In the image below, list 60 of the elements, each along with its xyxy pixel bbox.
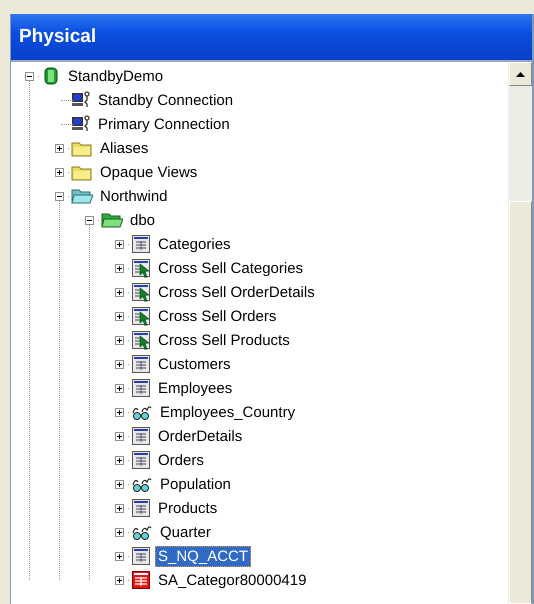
expand-icon[interactable] — [115, 360, 124, 368]
tree-item[interactable]: Categories — [155, 234, 234, 254]
table-cursor-icon — [131, 258, 151, 278]
collapse-icon[interactable] — [25, 72, 34, 80]
tree-item[interactable]: Northwind — [97, 186, 171, 206]
expand-icon[interactable] — [55, 144, 64, 152]
table-icon — [131, 234, 151, 254]
tree-item[interactable]: Aliases — [97, 138, 152, 158]
expand-icon[interactable] — [115, 576, 124, 584]
expand-icon[interactable] — [115, 336, 124, 344]
collapse-icon[interactable] — [85, 216, 94, 224]
expand-icon[interactable] — [115, 240, 124, 248]
tree-item[interactable]: Cross Sell OrderDetails — [155, 282, 318, 302]
tree-item[interactable]: dbo — [127, 210, 158, 230]
tree-item[interactable]: Orders — [155, 450, 207, 470]
table-cursor-icon — [131, 282, 151, 302]
tree-item[interactable]: Cross Sell Products — [155, 330, 293, 350]
collapse-icon[interactable] — [55, 192, 64, 200]
tree-item[interactable]: Primary Connection — [95, 114, 233, 134]
tree-item[interactable]: StandbyDemo — [65, 66, 166, 86]
expand-icon[interactable] — [115, 552, 124, 560]
table-cursor-icon — [131, 330, 151, 350]
tree-item[interactable]: Customers — [155, 354, 234, 374]
table-icon — [131, 426, 151, 446]
tree-item[interactable]: Products — [155, 498, 220, 518]
expand-icon[interactable] — [115, 456, 124, 464]
tree-item[interactable]: Opaque Views — [97, 162, 200, 182]
expand-icon[interactable] — [115, 288, 124, 296]
tree-item[interactable]: Employees_Country — [157, 402, 298, 422]
table-icon — [131, 570, 151, 590]
expand-icon[interactable] — [115, 432, 124, 440]
scroll-up-icon[interactable] — [516, 72, 525, 76]
tree-item[interactable]: OrderDetails — [155, 426, 246, 446]
tree-item[interactable]: Cross Sell Categories — [155, 258, 306, 278]
scroll-thumb[interactable] — [509, 201, 532, 604]
table-icon — [131, 354, 151, 374]
tree-item[interactable]: Cross Sell Orders — [155, 306, 280, 326]
panel-title: Physical — [11, 14, 532, 60]
expand-icon[interactable] — [115, 480, 124, 488]
table-icon — [131, 498, 151, 518]
table-icon — [131, 546, 151, 566]
scrollbar[interactable] — [508, 62, 532, 604]
expand-icon[interactable] — [115, 312, 124, 320]
tree-item[interactable]: Employees — [155, 378, 236, 398]
table-icon — [131, 450, 151, 470]
expand-icon[interactable] — [115, 528, 124, 536]
tree-item[interactable]: SA_Categor80000419 — [155, 570, 310, 590]
tree-item[interactable]: S_NQ_ACCT — [155, 546, 252, 566]
table-cursor-icon — [131, 306, 151, 326]
expand-icon[interactable] — [115, 408, 124, 416]
expand-icon[interactable] — [115, 264, 124, 272]
computer-plug-icon — [71, 114, 91, 134]
expand-icon[interactable] — [115, 504, 124, 512]
table-icon — [131, 378, 151, 398]
expand-icon[interactable] — [115, 384, 124, 392]
tree-item[interactable]: Standby Connection — [95, 90, 236, 110]
tree-item[interactable]: Quarter — [157, 522, 214, 542]
computer-plug-icon — [71, 90, 91, 110]
expand-icon[interactable] — [55, 168, 64, 176]
tree-item[interactable]: Population — [157, 474, 234, 494]
